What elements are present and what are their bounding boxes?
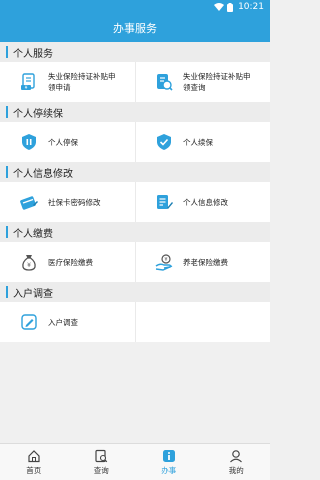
service-label: 社保卡密码修改: [48, 197, 101, 207]
service-card-password-change[interactable]: 社保卡密码修改: [0, 182, 135, 222]
section-header-personal-service: 个人服务: [0, 42, 270, 62]
service-label: 养老保险缴费: [183, 257, 228, 267]
status-bar: 10:21: [0, 0, 270, 14]
wifi-icon: [214, 3, 225, 11]
section-accent-bar: [6, 166, 8, 178]
tab-label: 我的: [228, 465, 244, 475]
page-title: 办事服务: [113, 22, 157, 35]
service-label: 入户调查: [48, 317, 78, 327]
battery-icon: [227, 2, 234, 12]
service-pension-insurance-payment[interactable]: ¥ 养老保险缴费: [135, 242, 270, 282]
section-title: 个人服务: [13, 48, 53, 60]
section-header-household-survey: 入户调查: [0, 282, 270, 302]
section-row: 社保卡密码修改 个人信息修改: [0, 182, 270, 222]
tab-mine[interactable]: 我的: [203, 444, 271, 480]
svg-text:¥: ¥: [27, 262, 31, 269]
bottom-tab-bar: 首页 查询 办事 我的: [0, 443, 270, 480]
card-edit-icon: [18, 191, 40, 213]
service-label: 医疗保险缴费: [48, 257, 93, 267]
section-accent-bar: [6, 226, 8, 238]
shield-renew-icon: [153, 131, 175, 153]
shield-pause-icon: [18, 131, 40, 153]
service-household-survey[interactable]: 入户调查: [0, 302, 135, 342]
info-icon: [162, 449, 175, 462]
service-label: 失业保险持证补贴申领申请: [48, 72, 116, 92]
service-list: 个人服务 ¥ 失业保险持证补贴申领申请 失业保险持证补贴申领查询 个人停续保 个…: [0, 42, 270, 443]
service-label: 个人续保: [183, 137, 213, 147]
service-renew-insurance[interactable]: 个人续保: [135, 122, 270, 162]
section-title: 入户调查: [13, 288, 53, 300]
svg-text:¥: ¥: [164, 257, 167, 263]
section-header-stop-renew: 个人停续保: [0, 102, 270, 122]
document-search-icon: [153, 71, 175, 93]
empty-cell: [135, 302, 270, 342]
section-row: 入户调查: [0, 302, 270, 342]
section-row: 个人停保 个人续保: [0, 122, 270, 162]
section-title: 个人缴费: [13, 228, 53, 240]
status-time: 10:21: [238, 2, 264, 12]
pension-payment-icon: ¥: [153, 251, 175, 273]
section-accent-bar: [6, 106, 8, 118]
section-header-info-edit: 个人信息修改: [0, 162, 270, 182]
user-icon: [230, 449, 243, 462]
service-label: 个人停保: [48, 137, 78, 147]
tab-services[interactable]: 办事: [135, 444, 203, 480]
section-title: 个人停续保: [13, 108, 63, 120]
section-row: ¥ 医疗保险缴费 ¥ 养老保险缴费: [0, 242, 270, 282]
tab-label: 办事: [161, 465, 177, 475]
search-doc-icon: [95, 449, 108, 462]
service-label: 个人信息修改: [183, 197, 228, 207]
tab-home[interactable]: 首页: [0, 444, 68, 480]
service-stop-insurance[interactable]: 个人停保: [0, 122, 135, 162]
document-money-icon: ¥: [18, 71, 40, 93]
section-accent-bar: [6, 286, 8, 298]
service-medical-insurance-payment[interactable]: ¥ 医疗保险缴费: [0, 242, 135, 282]
home-icon: [28, 449, 40, 462]
service-personal-info-change[interactable]: 个人信息修改: [135, 182, 270, 222]
tab-label: 查询: [93, 465, 109, 475]
section-title: 个人信息修改: [13, 168, 73, 180]
section-row: ¥ 失业保险持证补贴申领申请 失业保险持证补贴申领查询: [0, 62, 270, 102]
service-unemployment-subsidy-query[interactable]: 失业保险持证补贴申领查询: [135, 62, 270, 102]
tab-query[interactable]: 查询: [68, 444, 136, 480]
section-accent-bar: [6, 46, 8, 58]
profile-edit-icon: [153, 191, 175, 213]
status-icons: [214, 2, 234, 12]
tab-label: 首页: [26, 465, 42, 475]
section-header-payment: 个人缴费: [0, 222, 270, 242]
money-bag-icon: ¥: [18, 251, 40, 273]
svg-text:¥: ¥: [25, 85, 28, 91]
service-unemployment-subsidy-apply[interactable]: ¥ 失业保险持证补贴申领申请: [0, 62, 135, 102]
service-label: 失业保险持证补贴申领查询: [183, 72, 251, 92]
app-bar: 办事服务: [0, 14, 270, 42]
survey-pencil-icon: [18, 311, 40, 333]
